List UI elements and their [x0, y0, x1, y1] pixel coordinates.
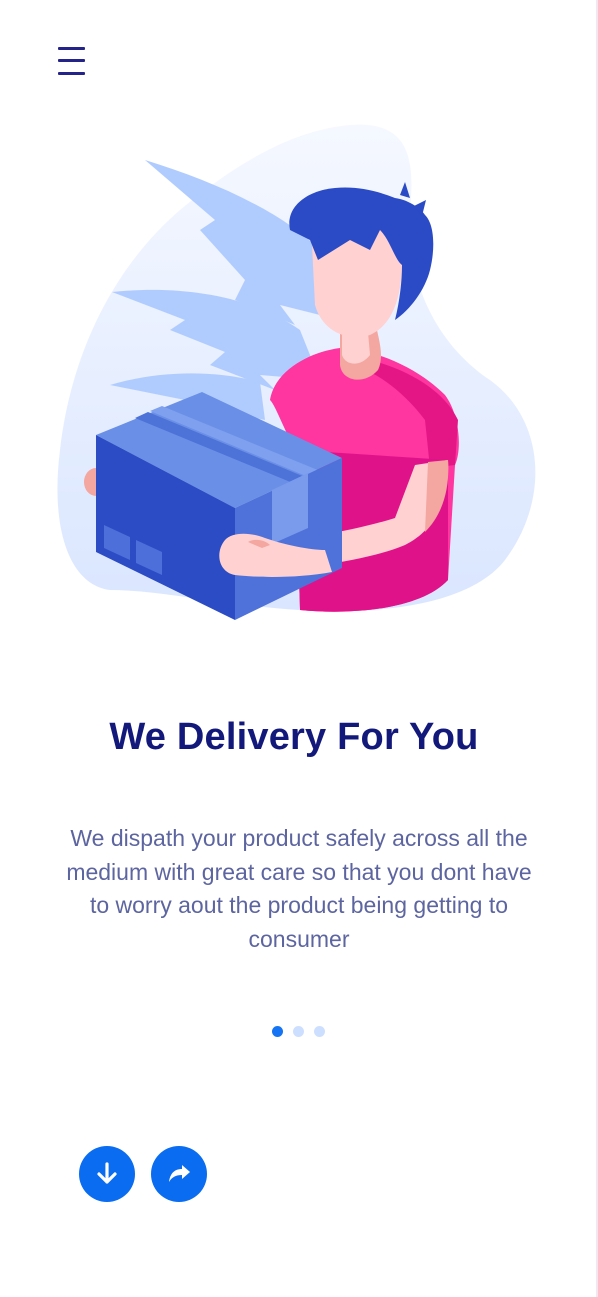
page-dot-active[interactable] [272, 1026, 283, 1037]
menu-line [58, 47, 85, 50]
page-dot[interactable] [293, 1026, 304, 1037]
onboarding-title: We Delivery For You [109, 716, 479, 758]
delivery-person-illustration [57, 124, 536, 620]
page-dot[interactable] [314, 1026, 325, 1037]
share-button[interactable] [151, 1146, 207, 1202]
onboarding-description: We dispath your product safely across al… [66, 825, 532, 952]
page-indicator [272, 1026, 325, 1037]
menu-line [58, 59, 85, 62]
share-forward-icon [169, 1165, 190, 1182]
menu-line [58, 72, 85, 75]
next-down-button[interactable] [79, 1146, 135, 1202]
arrow-down-icon [97, 1162, 117, 1184]
hamburger-menu-button[interactable] [57, 44, 87, 78]
